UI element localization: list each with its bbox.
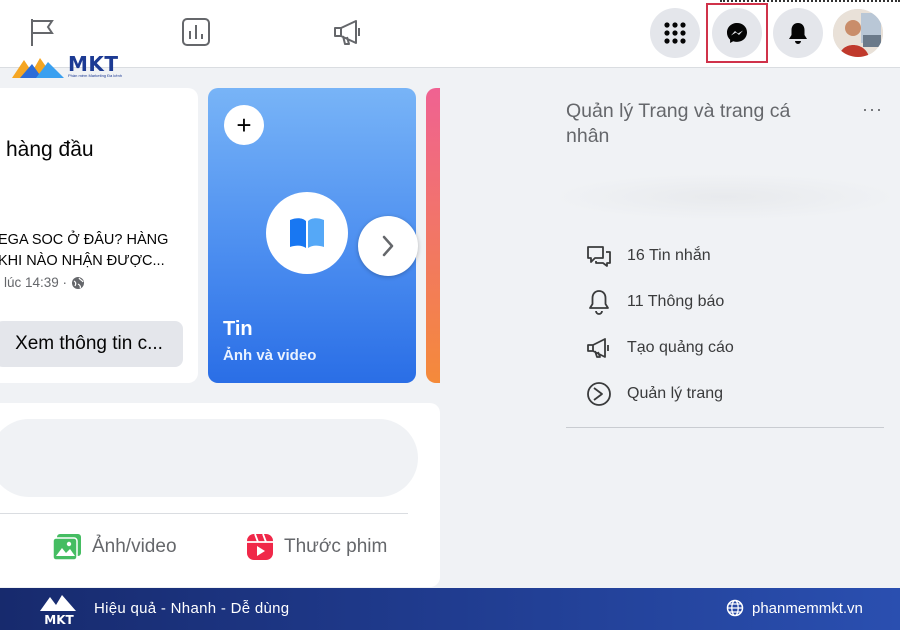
footer-banner: MKT Hiệu quả - Nhanh - Dễ dùng phanmemmk…	[0, 588, 900, 630]
card-text-line: KHI NÀO NHẬN ĐƯỢC...	[0, 253, 165, 269]
mkt-logo-icon: MKT	[40, 595, 76, 627]
menu-grid-icon	[664, 22, 686, 44]
website-label: phanmemmkt.vn	[752, 599, 863, 617]
manage-page-icon	[585, 380, 613, 408]
footer-tagline: Hiệu quả - Nhanh - Dễ dùng	[94, 600, 290, 617]
story-card-partial[interactable]	[426, 88, 440, 383]
create-ad-label: Tạo quảng cáo	[627, 339, 734, 356]
card-text-line: EGA SOC Ở ĐÂU? HÀNG	[0, 232, 169, 248]
footer-logo: MKT	[36, 591, 82, 627]
photo-video-label: Ảnh/video	[92, 536, 177, 557]
messages-label: 16 Tin nhắn	[627, 247, 711, 264]
notifications-label: 11 Thông báo	[627, 293, 725, 310]
card-timestamp: lúc 14:39 ·	[4, 275, 68, 290]
divider	[0, 513, 408, 514]
post-composer: o Ảnh/video Thước phim	[0, 403, 440, 587]
footer-logo-text: MKT	[44, 613, 74, 627]
bell-outline-icon	[585, 288, 613, 316]
website-link[interactable]: phanmemmkt.vn	[726, 599, 863, 617]
megaphone-outline-icon	[585, 334, 613, 362]
featured-post-card[interactable]: hàng đầu EGA SOC Ở ĐÂU? HÀNG KHI NÀO NHẬ…	[0, 88, 198, 383]
notifications-link[interactable]: 11 Thông báo	[585, 288, 724, 316]
mkt-logo-icon	[12, 58, 64, 78]
next-story-button[interactable]	[358, 216, 418, 276]
photo-icon	[52, 534, 81, 561]
card-meta: lúc 14:39 ·	[4, 275, 85, 290]
card-title: hàng đầu	[6, 138, 94, 161]
create-ad-link[interactable]: Tạo quảng cáo	[585, 334, 734, 362]
brand-logo: MKT Phần mềm Marketing Đa kênh	[10, 52, 122, 82]
avatar[interactable]	[833, 9, 883, 57]
manage-pages-title: Quản lý Trang và trang cá nhân	[566, 100, 791, 147]
chevron-right-icon	[382, 235, 394, 257]
notifications-button[interactable]	[773, 8, 823, 58]
view-info-button[interactable]: Xem thông tin c...	[0, 321, 183, 367]
blurred-content	[560, 175, 890, 219]
globe-icon	[726, 599, 744, 617]
manage-page-link[interactable]: Quản lý trang	[585, 380, 723, 408]
reel-icon	[247, 533, 273, 560]
logo-tagline: Phần mềm Marketing Đa kênh	[68, 73, 123, 78]
globe-icon	[72, 276, 85, 289]
card-text: EGA SOC Ở ĐÂU? HÀNG KHI NÀO NHẬN ĐƯỢC...	[0, 230, 188, 272]
more-options-button[interactable]: ···	[862, 99, 883, 120]
top-navigation-bar	[0, 0, 900, 68]
divider	[566, 427, 884, 428]
messenger-highlight	[706, 3, 768, 63]
book-icon	[290, 218, 324, 248]
composer-action-partial[interactable]: o	[0, 533, 1, 555]
manage-page-label: Quản lý trang	[627, 385, 724, 402]
menu-grid-button[interactable]	[650, 8, 700, 58]
composer-input[interactable]	[0, 419, 418, 497]
messages-link[interactable]: 16 Tin nhắn	[585, 242, 711, 270]
story-subtitle: Ảnh và video	[223, 347, 317, 364]
book-icon-circle	[266, 192, 348, 274]
photo-video-button[interactable]: Ảnh/video	[52, 533, 177, 561]
reel-button[interactable]: Thước phim	[246, 533, 387, 561]
add-story-button[interactable]: +	[224, 105, 264, 145]
decorative-border	[720, 0, 900, 2]
reel-label: Thước phim	[284, 536, 388, 557]
story-title: Tin	[223, 318, 253, 340]
bell-icon	[789, 23, 807, 44]
chat-icon	[585, 242, 613, 270]
chart-icon[interactable]	[176, 12, 216, 52]
megaphone-icon[interactable]	[328, 12, 368, 52]
flag-icon[interactable]	[22, 12, 62, 52]
